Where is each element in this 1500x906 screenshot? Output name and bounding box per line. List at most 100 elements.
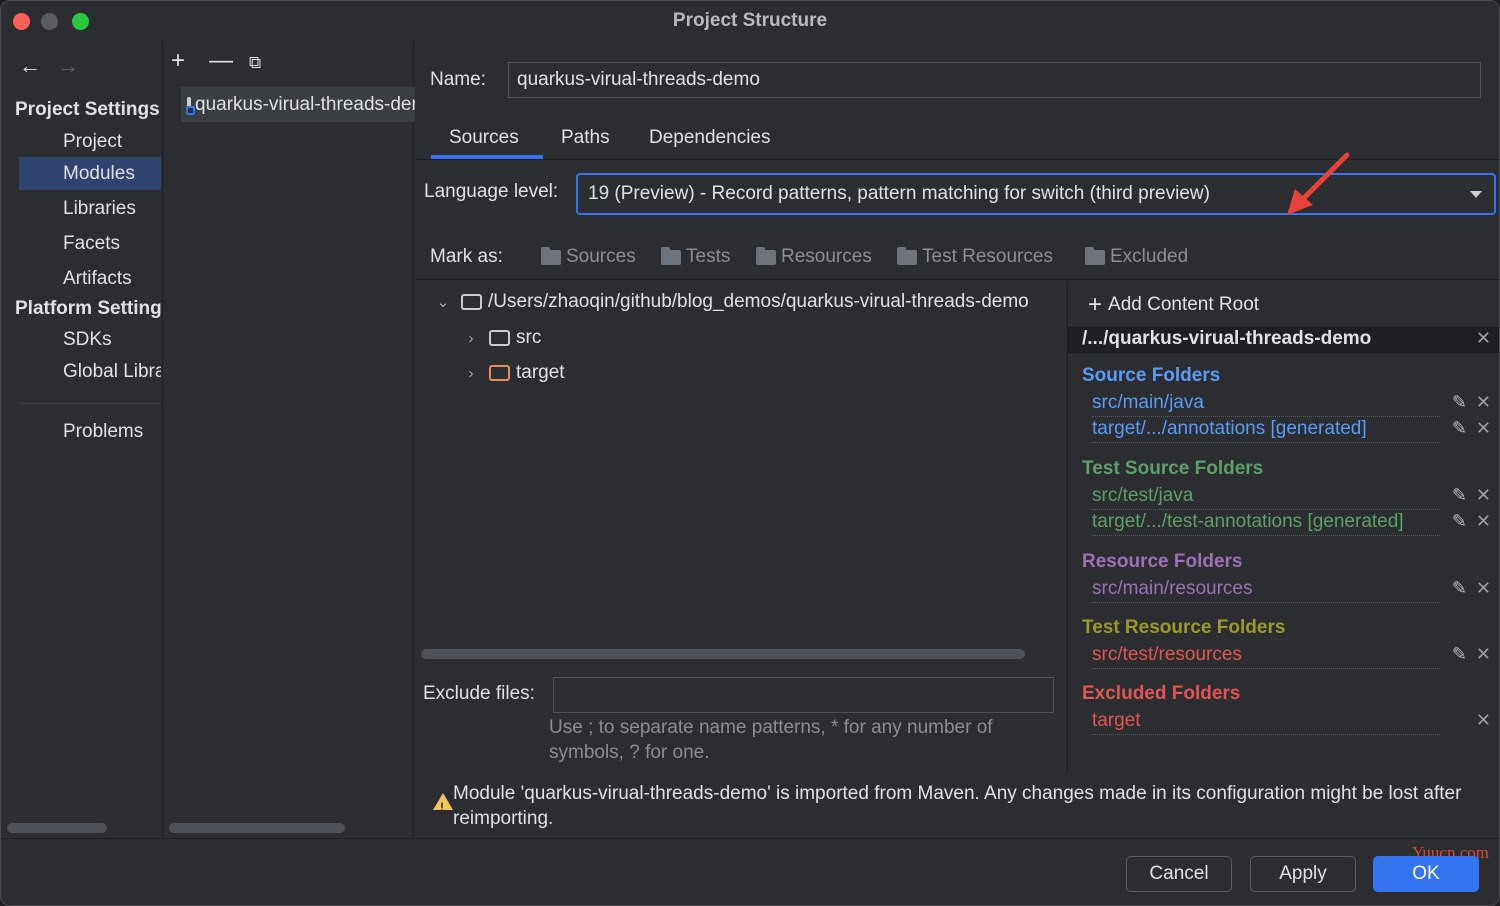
- language-level-value: 19 (Preview) - Record patterns, pattern …: [588, 183, 1210, 204]
- content-root-panel: + Add Content Root /.../quarkus-virual-t…: [1068, 281, 1499, 773]
- close-icon[interactable]: ✕: [1476, 644, 1491, 665]
- edit-icon[interactable]: ✎: [1452, 644, 1467, 665]
- nav-item-libraries[interactable]: Libraries: [19, 192, 161, 225]
- add-content-root-button[interactable]: + Add Content Root: [1088, 291, 1259, 319]
- chevron-right-icon[interactable]: ›: [463, 330, 479, 347]
- test-resource-folder-entry[interactable]: src/test/resources: [1092, 643, 1440, 669]
- mark-as-sources-button[interactable]: Sources: [541, 246, 636, 268]
- module-folder-icon: [186, 97, 195, 115]
- exclude-files-field[interactable]: [553, 677, 1054, 713]
- chevron-down-icon[interactable]: ⌄: [435, 293, 451, 311]
- nav-item-sdks[interactable]: SDKs: [19, 323, 161, 356]
- test-source-folder-entry[interactable]: src/test/java: [1092, 484, 1440, 510]
- edit-icon[interactable]: ✎: [1452, 511, 1467, 532]
- folder-icon: [541, 246, 561, 265]
- nav-divider: [19, 403, 161, 404]
- maven-warning-text: Module 'quarkus-virual-threads-demo' is …: [453, 783, 1462, 829]
- module-name-field[interactable]: quarkus-virual-threads-demo: [508, 62, 1481, 98]
- cancel-button[interactable]: Cancel: [1126, 856, 1232, 892]
- nav-item-global-libraries[interactable]: Global Libraries: [19, 355, 161, 388]
- content-root-header: /.../quarkus-virual-threads-demo ✕: [1068, 327, 1499, 353]
- mark-as-test-resources-button[interactable]: Test Resources: [897, 246, 1053, 268]
- markas-divider: [415, 279, 1499, 280]
- tab-paths[interactable]: Paths: [561, 127, 610, 149]
- excluded-folders-title: Excluded Folders: [1082, 683, 1241, 704]
- tree-row-src[interactable]: › src: [463, 327, 542, 349]
- module-item-label: quarkus-virual-threads-demo: [195, 93, 415, 115]
- folder-tree: ⌄ /Users/zhaoqin/github/blog_demos/quark…: [415, 281, 1067, 661]
- nav-item-facets[interactable]: Facets: [19, 227, 161, 260]
- mark-as-excluded-button[interactable]: Excluded: [1085, 246, 1188, 268]
- tree-scrollbar[interactable]: [421, 649, 1025, 659]
- folder-icon: [489, 365, 510, 381]
- edit-icon[interactable]: ✎: [1452, 392, 1467, 413]
- test-source-folder-entry[interactable]: target/.../test-annotations [generated]: [1092, 510, 1440, 536]
- arrow-right-icon[interactable]: →: [57, 53, 79, 79]
- close-icon[interactable]: ✕: [1476, 328, 1491, 349]
- folder-icon: [461, 294, 482, 310]
- arrow-left-icon[interactable]: ←: [19, 53, 41, 79]
- tree-root-row[interactable]: ⌄ /Users/zhaoqin/github/blog_demos/quark…: [435, 291, 1029, 313]
- source-folder-entry[interactable]: src/main/java: [1092, 391, 1440, 417]
- mark-as-label: Mark as:: [430, 246, 503, 267]
- nav-item-problems[interactable]: Problems: [19, 415, 161, 448]
- nav-scrollbar[interactable]: [7, 823, 107, 833]
- add-icon[interactable]: +: [171, 49, 185, 73]
- tab-sources[interactable]: Sources: [449, 127, 519, 149]
- folder-icon: [897, 246, 917, 265]
- folder-icon: [489, 330, 510, 346]
- close-icon[interactable]: ✕: [1476, 418, 1491, 439]
- mark-as-resources-button[interactable]: Resources: [756, 246, 872, 268]
- close-icon[interactable]: ✕: [1476, 511, 1491, 532]
- copy-icon[interactable]: ⧉: [249, 53, 261, 73]
- nav-item-artifacts[interactable]: Artifacts: [19, 262, 161, 295]
- chevron-down-icon: [1470, 191, 1482, 198]
- nav-item-project[interactable]: Project: [19, 125, 161, 158]
- module-list-panel: + — ⧉ quarkus-virual-threads-demo: [162, 41, 415, 837]
- edit-icon[interactable]: ✎: [1452, 485, 1467, 506]
- module-item[interactable]: quarkus-virual-threads-demo: [181, 87, 415, 122]
- test-resource-folders-title: Test Resource Folders: [1082, 617, 1286, 638]
- module-list-scrollbar[interactable]: [169, 823, 345, 833]
- resource-folder-entry[interactable]: src/main/resources: [1092, 577, 1440, 603]
- folder-icon: [756, 246, 776, 265]
- project-structure-dialog: Project Structure ← → Project Settings P…: [0, 0, 1500, 906]
- excluded-folder-entry[interactable]: target: [1092, 709, 1440, 735]
- language-level-select[interactable]: 19 (Preview) - Record patterns, pattern …: [576, 173, 1496, 215]
- title-bar: Project Structure: [1, 1, 1499, 41]
- mark-as-tests-button[interactable]: Tests: [661, 246, 730, 268]
- apply-button[interactable]: Apply: [1250, 856, 1356, 892]
- nav-group-project-settings: Project Settings: [15, 99, 160, 120]
- edit-icon[interactable]: ✎: [1452, 418, 1467, 439]
- exclude-files-label: Exclude files:: [423, 683, 535, 704]
- folder-icon: [1085, 246, 1105, 265]
- red-annotation-arrow-icon: [1287, 152, 1350, 215]
- nav-group-platform-settings: Platform Settings: [15, 298, 161, 319]
- settings-nav: ← → Project Settings Project Modules Lib…: [1, 41, 161, 837]
- maven-warning: ! Module 'quarkus-virual-threads-demo' i…: [423, 781, 1493, 831]
- close-icon[interactable]: ✕: [1476, 710, 1491, 731]
- test-source-folders-title: Test Source Folders: [1082, 458, 1264, 479]
- ok-button[interactable]: OK: [1373, 856, 1479, 892]
- tab-dependencies[interactable]: Dependencies: [649, 127, 770, 149]
- nav-item-modules[interactable]: Modules: [19, 157, 161, 190]
- source-folders-title: Source Folders: [1082, 365, 1221, 386]
- module-settings-panel: Name: quarkus-virual-threads-demo Source…: [415, 41, 1499, 837]
- exclude-files-hint: Use ; to separate name patterns, * for a…: [549, 717, 993, 763]
- language-level-label: Language level:: [424, 181, 559, 202]
- close-icon[interactable]: ✕: [1476, 485, 1491, 506]
- remove-icon[interactable]: —: [209, 49, 233, 73]
- edit-icon[interactable]: ✎: [1452, 578, 1467, 599]
- content-root-title: /.../quarkus-virual-threads-demo: [1082, 328, 1372, 349]
- name-label: Name:: [430, 69, 486, 90]
- close-icon[interactable]: ✕: [1476, 392, 1491, 413]
- resource-folders-title: Resource Folders: [1082, 551, 1243, 572]
- add-icon: +: [1088, 291, 1103, 318]
- source-folder-entry[interactable]: target/.../annotations [generated]: [1092, 417, 1440, 443]
- folder-icon: [661, 246, 681, 265]
- dialog-footer: Yuucn.com Cancel Apply OK: [1, 838, 1499, 905]
- tree-row-target[interactable]: › target: [463, 362, 565, 384]
- window-title: Project Structure: [672, 10, 828, 31]
- close-icon[interactable]: ✕: [1476, 578, 1491, 599]
- chevron-right-icon[interactable]: ›: [463, 365, 479, 382]
